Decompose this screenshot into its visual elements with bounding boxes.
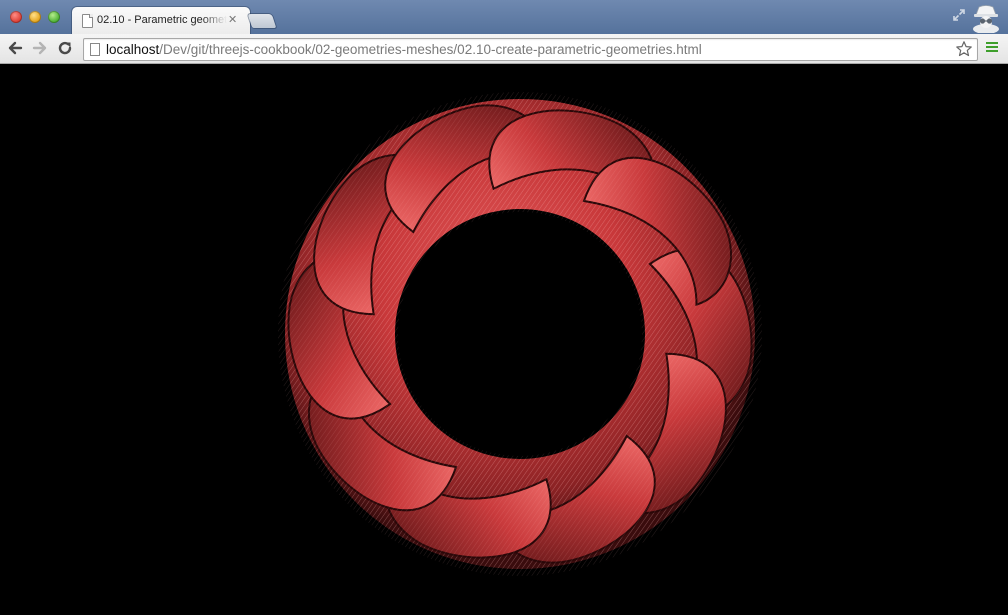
bookmark-star-icon[interactable] (955, 40, 973, 58)
page-icon (82, 14, 93, 28)
webgl-canvas[interactable] (0, 64, 1008, 615)
forward-arrow-icon[interactable] (31, 39, 49, 57)
minimize-window-button[interactable] (29, 11, 41, 23)
tab-close-icon[interactable]: ✕ (228, 13, 237, 27)
url-host: localhost (106, 42, 160, 57)
tab-active[interactable]: 02.10 - Parametric geometries ✕ (72, 7, 250, 34)
twisted-torus (278, 86, 762, 615)
chrome-menu-icon[interactable] (986, 42, 998, 54)
page-icon (90, 43, 100, 56)
url-path: /Dev/git/threejs-cookbook/02-geometries-… (159, 42, 702, 57)
fullscreen-icon[interactable] (952, 8, 966, 22)
back-arrow-icon[interactable] (6, 39, 24, 57)
new-tab-button[interactable] (247, 14, 277, 28)
parametric-geometry-render (278, 86, 762, 615)
browser-toolbar: localhost/Dev/git/threejs-cookbook/02-ge… (0, 34, 1008, 64)
incognito-icon (973, 5, 999, 33)
maximize-window-button[interactable] (48, 11, 60, 23)
url-text[interactable]: localhost/Dev/git/threejs-cookbook/02-ge… (106, 42, 702, 57)
reload-icon[interactable] (56, 39, 74, 57)
address-bar[interactable]: localhost/Dev/git/threejs-cookbook/02-ge… (83, 38, 978, 61)
title-bar: 02.10 - Parametric geometries ✕ (0, 0, 1008, 34)
close-window-button[interactable] (10, 11, 22, 23)
tab-title: 02.10 - Parametric geometries (97, 14, 227, 26)
